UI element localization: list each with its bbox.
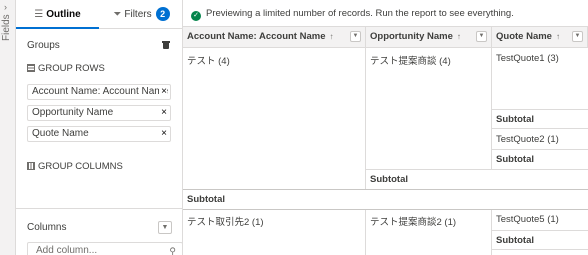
columns-menu-button[interactable]: ▼ <box>158 221 172 234</box>
filter-count-badge: 2 <box>155 7 170 21</box>
tab-filters-label: Filters <box>124 9 152 20</box>
subtotal-cell: Subtotal <box>370 174 408 185</box>
group-columns-label: GROUP COLUMNS <box>38 161 123 172</box>
subtotal-cell: Subtotal <box>187 194 225 205</box>
table-cell: TestQuote2 (1) <box>496 134 559 145</box>
group-row-label: Quote Name <box>32 128 89 139</box>
grid-line <box>183 189 588 190</box>
group-rows-heading: GROUP ROWS <box>27 63 105 74</box>
grid-line <box>492 109 588 110</box>
group-rows-label: GROUP ROWS <box>38 63 105 74</box>
grid-line <box>492 230 588 231</box>
panel-divider <box>16 208 183 209</box>
subtotal-cell: Subtotal <box>496 154 534 165</box>
group-row-pill[interactable]: Quote Name × <box>27 126 171 142</box>
grid-line <box>492 128 588 129</box>
report-table: Account Name: Account Name ↑ ▼ Opportunit… <box>183 27 588 255</box>
table-cell: テスト取引先2 (1) <box>187 217 264 228</box>
sort-arrow-icon[interactable]: ↑ <box>556 32 560 41</box>
column-menu-button[interactable]: ▼ <box>350 31 361 42</box>
success-check-icon: ✓ <box>191 11 201 21</box>
tab-outline-label: Outline <box>46 9 81 20</box>
grid-line <box>365 48 366 189</box>
group-row-label: Account Name: Account Name <box>32 86 169 97</box>
expand-chevron-icon[interactable]: › <box>4 2 7 12</box>
columns-icon <box>27 162 35 170</box>
subtotal-cell: Subtotal <box>496 235 534 246</box>
column-header-label: Opportunity Name <box>370 31 453 42</box>
add-column-input[interactable]: Add column... ⚲ <box>27 242 183 255</box>
search-icon: ⚲ <box>169 246 176 255</box>
rows-icon <box>27 64 35 72</box>
trash-icon[interactable] <box>162 41 170 49</box>
column-header-opportunity[interactable]: Opportunity Name ↑ ▼ <box>366 27 492 48</box>
sort-arrow-icon[interactable]: ↑ <box>457 32 461 41</box>
outline-panel: ☰ Outline ⏷ Filters 2 Groups GROUP ROWS Acc… <box>16 0 183 255</box>
preview-notice-text: Previewing a limited number of records. … <box>206 8 514 19</box>
column-header-label: Account Name: Account Name <box>187 31 326 42</box>
group-row-label: Opportunity Name <box>32 107 114 118</box>
filter-icon: ⏷ <box>113 9 122 20</box>
group-row-pill[interactable]: Opportunity Name × <box>27 105 171 121</box>
list-icon: ☰ <box>34 9 44 20</box>
group-columns-heading: GROUP COLUMNS <box>27 161 123 172</box>
subtotal-cell: Subtotal <box>496 114 534 125</box>
report-preview: ✓ Previewing a limited number of records.… <box>183 0 588 255</box>
fields-rail-label[interactable]: Fields <box>1 14 12 48</box>
grid-line <box>366 169 588 170</box>
table-cell: テスト (4) <box>187 56 230 67</box>
tab-outline[interactable]: ☰ Outline <box>16 0 99 29</box>
grid-line <box>183 209 588 210</box>
column-header-quote[interactable]: Quote Name ↑ ▼ <box>492 27 588 48</box>
table-cell: TestQuote1 (3) <box>496 53 559 64</box>
fields-rail[interactable]: › Fields <box>0 0 16 255</box>
table-cell: テスト提案商談2 (1) <box>370 217 457 228</box>
grid-line <box>492 149 588 150</box>
columns-title: Columns <box>27 222 67 233</box>
sort-arrow-icon[interactable]: ↑ <box>329 32 333 41</box>
panel-tabs: ☰ Outline ⏷ Filters 2 <box>16 0 182 29</box>
preview-notice: ✓ Previewing a limited number of records.… <box>183 0 588 27</box>
tab-filters[interactable]: ⏷ Filters 2 <box>100 0 183 29</box>
table-cell: TestQuote5 (1) <box>496 214 559 225</box>
column-menu-button[interactable]: ▼ <box>476 31 487 42</box>
remove-icon[interactable]: × <box>159 85 167 99</box>
grid-line <box>492 249 588 250</box>
column-header-label: Quote Name <box>496 31 552 42</box>
table-cell: テスト提案商談 (4) <box>370 56 451 67</box>
groups-title: Groups <box>27 40 60 51</box>
remove-icon[interactable]: × <box>159 127 167 141</box>
group-row-pill[interactable]: Account Name: Account Name × <box>27 84 171 100</box>
column-header-account[interactable]: Account Name: Account Name ↑ ▼ <box>183 27 366 48</box>
add-column-placeholder: Add column... <box>36 245 98 255</box>
remove-icon[interactable]: × <box>159 106 167 120</box>
column-menu-button[interactable]: ▼ <box>572 31 583 42</box>
